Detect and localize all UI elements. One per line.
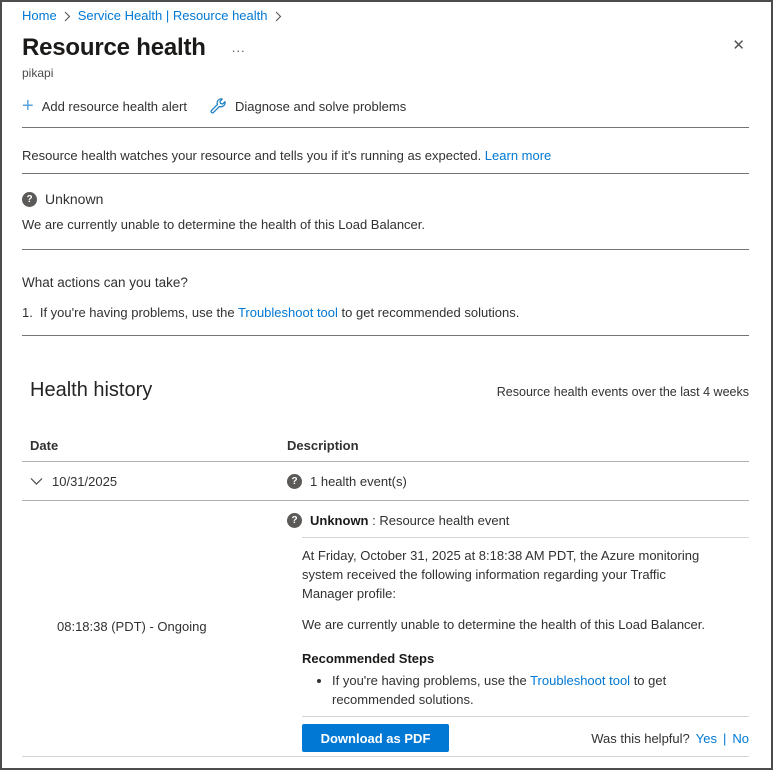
table-header-row: Date Description bbox=[22, 438, 749, 453]
action-number: 1. bbox=[22, 305, 33, 320]
divider bbox=[302, 537, 749, 538]
resource-name: pikapi bbox=[22, 66, 749, 80]
blade-header: Resource health ... bbox=[22, 34, 749, 62]
event-status-line: ? Unknown : Resource health event bbox=[287, 501, 749, 528]
diagnose-label: Diagnose and solve problems bbox=[235, 99, 406, 114]
health-history-subtitle: Resource health events over the last 4 w… bbox=[497, 385, 749, 399]
feedback-prompt: Was this helpful? Yes | No bbox=[591, 731, 749, 746]
breadcrumb-home-link[interactable]: Home bbox=[22, 8, 57, 23]
resource-health-blade: Home Service Health | Resource health Re… bbox=[0, 0, 773, 770]
intro-text: Resource health watches your resource an… bbox=[22, 148, 749, 164]
chevron-right-icon bbox=[64, 11, 71, 22]
action-text: If you're having problems, use the Troub… bbox=[40, 305, 519, 320]
health-history-header: Health history Resource health events ov… bbox=[22, 379, 749, 402]
unknown-status-icon: ? bbox=[22, 192, 37, 207]
unknown-status-icon: ? bbox=[287, 513, 302, 528]
helpful-label: Was this helpful? bbox=[591, 731, 690, 746]
event-detail-paragraph: We are currently unable to determine the… bbox=[302, 615, 710, 634]
health-status: ? Unknown bbox=[22, 191, 749, 207]
health-history-title: Health history bbox=[30, 379, 152, 402]
divider bbox=[22, 335, 749, 336]
status-message: We are currently unable to determine the… bbox=[22, 217, 749, 232]
column-header-date: Date bbox=[22, 438, 287, 453]
add-alert-label: Add resource health alert bbox=[42, 99, 187, 114]
download-as-pdf-button[interactable]: Download as PDF bbox=[302, 724, 449, 752]
group-summary: 1 health event(s) bbox=[310, 474, 407, 489]
group-date: 10/31/2025 bbox=[52, 474, 117, 489]
chevron-right-icon bbox=[275, 11, 282, 22]
troubleshoot-tool-link[interactable]: Troubleshoot tool bbox=[530, 673, 630, 688]
chevron-down-icon[interactable] bbox=[30, 477, 43, 486]
command-bar: + Add resource health alert Diagnose and… bbox=[22, 93, 749, 119]
feedback-separator: | bbox=[723, 731, 726, 746]
status-label: Unknown bbox=[45, 191, 103, 207]
actions-heading: What actions can you take? bbox=[22, 275, 749, 290]
table-row-event: 08:18:38 (PDT) - Ongoing ? Unknown : Res… bbox=[22, 501, 749, 752]
intro-sentence: Resource health watches your resource an… bbox=[22, 148, 485, 163]
divider bbox=[302, 716, 749, 717]
add-resource-health-alert-button[interactable]: + Add resource health alert bbox=[22, 97, 187, 115]
recommended-steps-heading: Recommended Steps bbox=[302, 651, 749, 666]
action-item: 1. If you're having problems, use the Tr… bbox=[22, 305, 749, 320]
recommended-step-item: If you're having problems, use the Troub… bbox=[332, 671, 684, 709]
divider bbox=[22, 756, 749, 757]
more-options-button[interactable]: ... bbox=[232, 43, 246, 53]
troubleshoot-tool-link[interactable]: Troubleshoot tool bbox=[238, 305, 338, 320]
breadcrumb: Home Service Health | Resource health bbox=[22, 2, 749, 23]
breadcrumb-service-health-link[interactable]: Service Health | Resource health bbox=[78, 8, 268, 23]
unknown-status-icon: ? bbox=[287, 474, 302, 489]
learn-more-link[interactable]: Learn more bbox=[485, 148, 551, 163]
divider bbox=[22, 173, 749, 174]
page-title: Resource health bbox=[22, 34, 206, 62]
plus-icon: + bbox=[22, 97, 34, 115]
event-time: 08:18:38 (PDT) - Ongoing bbox=[22, 501, 287, 752]
event-detail-paragraph: At Friday, October 31, 2025 at 8:18:38 A… bbox=[302, 546, 710, 603]
feedback-no-link[interactable]: No bbox=[732, 731, 749, 746]
column-header-description: Description bbox=[287, 438, 749, 453]
close-icon[interactable]: ✕ bbox=[732, 38, 745, 53]
divider bbox=[22, 249, 749, 250]
wrench-icon bbox=[209, 97, 227, 115]
recommended-steps-list: If you're having problems, use the Troub… bbox=[302, 671, 749, 709]
table-row-group[interactable]: 10/31/2025 ? 1 health event(s) bbox=[22, 462, 749, 500]
feedback-yes-link[interactable]: Yes bbox=[696, 731, 717, 746]
divider bbox=[22, 127, 749, 128]
diagnose-and-solve-button[interactable]: Diagnose and solve problems bbox=[209, 97, 406, 115]
